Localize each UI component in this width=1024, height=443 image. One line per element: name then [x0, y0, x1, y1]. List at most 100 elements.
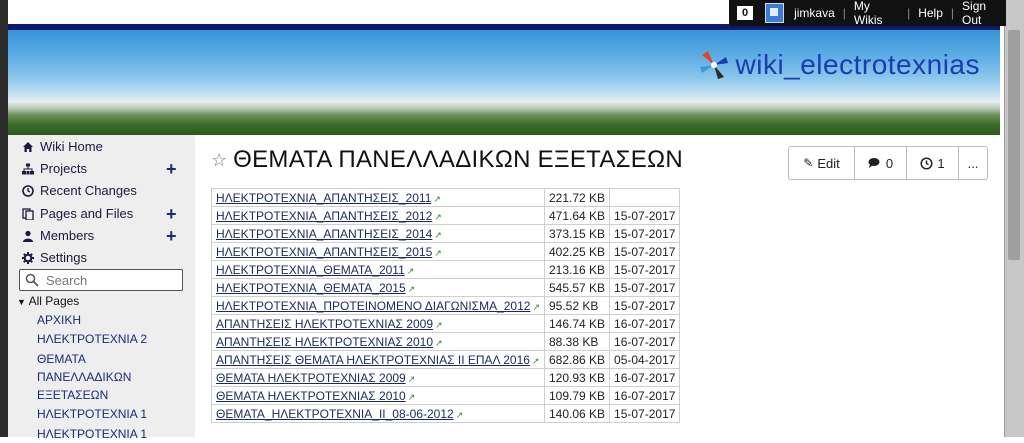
external-link-icon[interactable]: ↗: [532, 356, 540, 366]
file-name-cell: ΗΛΕΚΤΡΟΤΕΧΝΙΑ_ΠΡΟΤΕΙΝΟΜΕΝΟ ΔΙΑΓΩΝΙΣΜΑ_20…: [211, 296, 545, 315]
my-wikis-link[interactable]: My Wikis: [854, 0, 899, 27]
sidebar-page-link[interactable]: ΘΕΜΑΤΑ: [37, 351, 86, 368]
sign-out-link[interactable]: Sign Out: [962, 0, 1006, 27]
external-link-icon[interactable]: ↗: [434, 230, 442, 240]
search-input[interactable]: [44, 271, 178, 289]
caret-down-icon: ▼: [17, 297, 26, 307]
external-link-icon[interactable]: ↗: [434, 248, 442, 258]
file-link[interactable]: ΗΛΕΚΤΡΟΤΕΧΝΙΑ_ΑΠΑΝΤΗΣΕΙΣ_2011: [216, 191, 431, 205]
clock-icon: [920, 156, 933, 170]
file-name-cell: ΘΕΜΑΤΑ ΗΛΕΚΤΡΟΤΕΧΝΙΑΣ 2010 ↗: [211, 386, 545, 405]
comments-button[interactable]: 0: [855, 147, 907, 179]
sidebar-page-link[interactable]: ΗΛΕΚΤΡΟΤΕΧΝΙΑ 2: [37, 331, 147, 348]
add-project-plus-icon[interactable]: +: [166, 160, 177, 178]
comments-icon: [868, 158, 880, 168]
file-name-cell: ΗΛΕΚΤΡΟΤΕΧΝΙΑ_ΑΠΑΝΤΗΣΕΙΣ_2012 ↗: [211, 206, 545, 225]
file-link[interactable]: ΘΕΜΑΤΑ ΗΛΕΚΤΡΟΤΕΧΝΙΑΣ 2010: [216, 389, 406, 403]
file-size-cell: 95.52 KB: [543, 296, 611, 315]
all-pages-label: All Pages: [28, 294, 80, 308]
external-link-icon[interactable]: ↗: [408, 284, 416, 294]
file-link[interactable]: ΘΕΜΑΤΑ_ΗΛΕΚΤΡΟΤΕΧΝΙΑ_ΙΙ_08-06-2012: [216, 407, 454, 421]
file-date-cell: 15-07-2017: [609, 278, 681, 297]
sidebar-item-settings[interactable]: Settings: [22, 250, 87, 265]
notification-count-badge[interactable]: 0: [737, 6, 754, 20]
user-icon: [23, 230, 33, 242]
external-link-icon[interactable]: ↗: [434, 212, 442, 222]
site-title[interactable]: wiki_electrotexnias: [736, 49, 981, 81]
file-link[interactable]: ΑΠΑΝΤΗΣΕΙΣ ΘΕΜΑΤΑ ΗΛΕΚΤΡΟΤΕΧΝΙΑΣ ΙΙ ΕΠΑΛ…: [216, 353, 530, 367]
sidebar-page-link[interactable]: ΗΛΕΚΤΡΟΤΕΧΝΙΑ 1: [37, 426, 147, 443]
site-brand[interactable]: wiki_electrotexnias: [698, 46, 981, 84]
file-size-cell: 373.15 KB: [543, 224, 611, 243]
all-pages-toggle[interactable]: ▼ All Pages: [17, 294, 79, 308]
edit-button[interactable]: ✎ Edit: [789, 147, 855, 179]
sidebar-page-link[interactable]: ΑΡΧΙΚΗ: [37, 312, 81, 329]
external-link-icon[interactable]: ↗: [532, 302, 540, 312]
file-name-cell: ΑΠΑΝΤΗΣΕΙΣ ΘΕΜΑΤΑ ΗΛΕΚΤΡΟΤΕΧΝΙΑΣ ΙΙ ΕΠΑΛ…: [211, 350, 545, 369]
external-link-icon[interactable]: ↗: [408, 374, 416, 384]
file-link[interactable]: ΑΠΑΝΤΗΣΕΙΣ ΗΛΕΚΤΡΟΤΕΧΝΙΑΣ 2010: [216, 335, 433, 349]
file-name-cell: ΑΠΑΝΤΗΣΕΙΣ ΗΛΕΚΤΡΟΤΕΧΝΙΑΣ 2009 ↗: [211, 314, 545, 333]
file-size-cell: 140.06 KB: [543, 404, 611, 423]
external-link-icon[interactable]: ↗: [408, 392, 416, 402]
sidebar-page-link[interactable]: ΗΛΕΚΤΡΟΤΕΧΝΙΑ 1: [37, 406, 147, 423]
sidebar-page-link[interactable]: ΕΞΕΤΑΣΕΩΝ: [37, 387, 108, 404]
add-page-plus-icon[interactable]: +: [166, 205, 177, 223]
page-actions-group: ✎ Edit 0 1 ...: [788, 146, 988, 180]
help-link[interactable]: Help: [918, 6, 943, 20]
sidebar-item-pages-and-files[interactable]: Pages and Files: [22, 206, 133, 221]
sidebar-item-label: Members: [40, 228, 95, 243]
sidebar-search-box[interactable]: [19, 269, 183, 291]
file-link[interactable]: ΗΛΕΚΤΡΟΤΕΧΝΙΑ_ΘΕΜΑΤΑ_2015: [216, 281, 406, 295]
sidebar-item-label: Wiki Home: [40, 139, 103, 154]
table-row: ΑΠΑΝΤΗΣΕΙΣ ΗΛΕΚΤΡΟΤΕΧΝΙΑΣ 2010 ↗ 88.38 KB 1…: [211, 332, 681, 351]
more-button[interactable]: ...: [959, 147, 987, 179]
file-name-cell: ΗΛΕΚΤΡΟΤΕΧΝΙΑ_ΘΕΜΑΤΑ_2015 ↗: [211, 278, 545, 297]
home-icon: [23, 141, 33, 152]
table-row: ΘΕΜΑΤΑ ΗΛΕΚΤΡΟΤΕΧΝΙΑΣ 2010 ↗ 109.79 KB 16-0…: [211, 386, 681, 405]
table-row: ΑΠΑΝΤΗΣΕΙΣ ΘΕΜΑΤΑ ΗΛΕΚΤΡΟΤΕΧΝΙΑΣ ΙΙ ΕΠΑΛ…: [211, 350, 681, 369]
file-link[interactable]: ΗΛΕΚΤΡΟΤΕΧΝΙΑ_ΑΠΑΝΤΗΣΕΙΣ_2012: [216, 209, 432, 223]
file-link[interactable]: ΗΛΕΚΤΡΟΤΕΧΝΙΑ_ΘΕΜΑΤΑ_2011: [216, 263, 405, 277]
file-link[interactable]: ΗΛΕΚΤΡΟΤΕΧΝΙΑ_ΑΠΑΝΤΗΣΕΙΣ_2015: [216, 245, 432, 259]
history-button[interactable]: 1: [907, 147, 959, 179]
sidebar-item-label: Settings: [40, 250, 87, 265]
external-link-icon[interactable]: ↗: [407, 266, 415, 276]
table-row: ΗΛΕΚΤΡΟΤΕΧΝΙΑ_ΘΕΜΑΤΑ_2011 ↗ 213.16 KB 15-07…: [211, 260, 681, 279]
sidebar-page-link[interactable]: ΠΑΝΕΛΛΑΔΙΚΩΝ: [37, 369, 131, 386]
file-date-cell: [609, 188, 681, 207]
file-date-cell: 16-07-2017: [609, 386, 681, 405]
vertical-scrollbar[interactable]: [1004, 0, 1024, 437]
file-date-cell: 15-07-2017: [609, 260, 681, 279]
table-row: ΑΠΑΝΤΗΣΕΙΣ ΗΛΕΚΤΡΟΤΕΧΝΙΑΣ 2009 ↗ 146.74 KB…: [211, 314, 681, 333]
sidebar-item-wiki-home[interactable]: Wiki Home: [22, 139, 103, 154]
external-link-icon[interactable]: ↗: [456, 410, 464, 420]
sidebar-item-projects[interactable]: Projects: [22, 161, 87, 176]
table-row: ΘΕΜΑΤΑ_ΗΛΕΚΤΡΟΤΕΧΝΙΑ_ΙΙ_08-06-2012 ↗ 140.0…: [211, 404, 681, 423]
scrollbar-thumb[interactable]: [1008, 30, 1020, 260]
pencil-icon: ✎: [803, 156, 814, 170]
edit-label: Edit: [817, 155, 840, 171]
star-icon[interactable]: ☆: [211, 150, 227, 171]
add-member-plus-icon[interactable]: +: [166, 227, 177, 245]
external-link-icon[interactable]: ↗: [435, 320, 443, 330]
file-link[interactable]: ΗΛΕΚΤΡΟΤΕΧΝΙΑ_ΠΡΟΤΕΙΝΟΜΕΝΟ ΔΙΑΓΩΝΙΣΜΑ_20…: [216, 299, 530, 313]
username-link[interactable]: jimkava: [794, 6, 835, 20]
file-link[interactable]: ΘΕΜΑΤΑ ΗΛΕΚΤΡΟΤΕΧΝΙΑΣ 2009: [216, 371, 406, 385]
sidebar-item-recent-changes[interactable]: Recent Changes: [22, 183, 137, 198]
file-size-cell: 146.74 KB: [543, 314, 611, 333]
external-link-icon[interactable]: ↗: [433, 194, 441, 204]
window-frame-left: [0, 0, 8, 437]
file-size-cell: 682.86 KB: [543, 350, 611, 369]
sidebar-item-members[interactable]: Members: [22, 228, 94, 243]
external-link-icon[interactable]: ↗: [435, 338, 443, 348]
user-avatar-icon[interactable]: [765, 3, 785, 23]
sidebar-item-label: Projects: [40, 161, 87, 176]
file-link[interactable]: ΗΛΕΚΤΡΟΤΕΧΝΙΑ_ΑΠΑΝΤΗΣΕΙΣ_2014: [216, 227, 432, 241]
file-date-cell: 16-07-2017: [609, 332, 681, 351]
clock-icon: [22, 184, 34, 197]
file-date-cell: 15-07-2017: [609, 404, 681, 423]
file-link[interactable]: ΑΠΑΝΤΗΣΕΙΣ ΗΛΕΚΤΡΟΤΕΧΝΙΑΣ 2009: [216, 317, 433, 331]
file-name-cell: ΗΛΕΚΤΡΟΤΕΧΝΙΑ_ΘΕΜΑΤΑ_2011 ↗: [211, 260, 545, 279]
user-bar: 0 jimkava | My Wikis | Help | Sign Out: [729, 0, 1006, 27]
